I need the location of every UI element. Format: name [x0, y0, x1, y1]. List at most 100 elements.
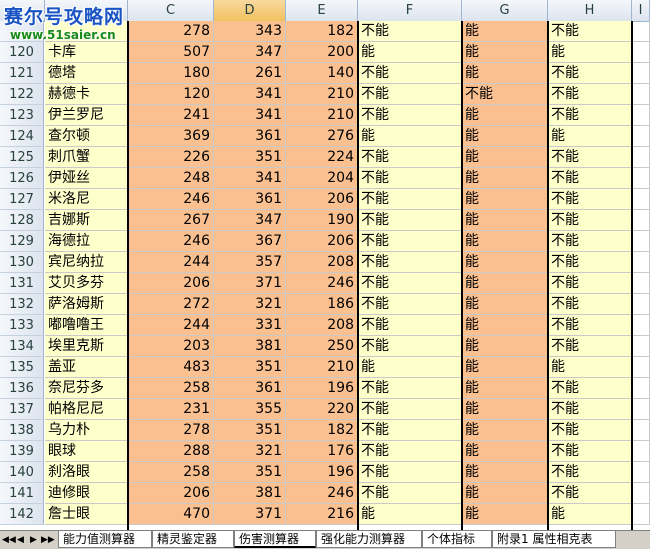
cell-i[interactable]	[632, 252, 650, 273]
row-header[interactable]: 137	[0, 399, 44, 420]
cell-h[interactable]: 不能	[548, 84, 632, 105]
cell-name[interactable]: 埃里克斯	[45, 336, 128, 357]
cell-d[interactable]: 351	[214, 420, 286, 441]
cell-e[interactable]: 210	[286, 105, 358, 126]
column-header-f[interactable]: F	[358, 0, 462, 21]
cell-e[interactable]: 200	[286, 42, 358, 63]
prev-sheet-button[interactable]: ◀	[15, 533, 26, 547]
cell-h[interactable]: 不能	[548, 315, 632, 336]
cell-c[interactable]: 246	[128, 231, 214, 252]
cell-h[interactable]: 不能	[548, 189, 632, 210]
cell-h[interactable]: 不能	[548, 420, 632, 441]
cell-h[interactable]: 不能	[548, 210, 632, 231]
cell-g[interactable]: 能	[462, 21, 548, 42]
cell-g[interactable]: 能	[462, 441, 548, 462]
cell-i[interactable]	[632, 84, 650, 105]
cell-g[interactable]: 能	[462, 399, 548, 420]
row-header[interactable]: 131	[0, 273, 44, 294]
cell-name[interactable]: 盖亚	[45, 357, 128, 378]
cell-e[interactable]: 182	[286, 21, 358, 42]
cell-name[interactable]: 奈尼芬多	[45, 378, 128, 399]
cell-name[interactable]: 海德拉	[45, 231, 128, 252]
cell-d[interactable]: 347	[214, 42, 286, 63]
cell-f[interactable]: 不能	[358, 294, 462, 315]
row-header[interactable]: 140	[0, 462, 44, 483]
cell-g[interactable]: 能	[462, 294, 548, 315]
cell-d[interactable]: 321	[214, 294, 286, 315]
cell-e[interactable]: 276	[286, 126, 358, 147]
cell-g[interactable]: 能	[462, 336, 548, 357]
cell-d[interactable]: 343	[214, 21, 286, 42]
cell-e[interactable]: 246	[286, 273, 358, 294]
cell-h[interactable]: 能	[548, 504, 632, 525]
cell-g[interactable]: 能	[462, 63, 548, 84]
cell-f[interactable]: 不能	[358, 378, 462, 399]
cell-h[interactable]: 能	[548, 357, 632, 378]
cell-i[interactable]	[632, 357, 650, 378]
row-header[interactable]: 133	[0, 315, 44, 336]
cell-e[interactable]: 186	[286, 294, 358, 315]
cell-c[interactable]: 272	[128, 294, 214, 315]
cell-d[interactable]: 261	[214, 63, 286, 84]
cell-i[interactable]	[632, 483, 650, 504]
cell-g[interactable]: 能	[462, 357, 548, 378]
cell-g[interactable]: 能	[462, 168, 548, 189]
cell-c[interactable]: 278	[128, 21, 214, 42]
cell-c[interactable]: 258	[128, 378, 214, 399]
cell-i[interactable]	[632, 168, 650, 189]
cell-h[interactable]: 不能	[548, 273, 632, 294]
cell-name[interactable]: 艾贝多芬	[45, 273, 128, 294]
cell-i[interactable]	[632, 441, 650, 462]
cell-c[interactable]: 231	[128, 399, 214, 420]
cell-c[interactable]: 246	[128, 189, 214, 210]
cell-g[interactable]: 能	[462, 147, 548, 168]
cell-f[interactable]: 不能	[358, 336, 462, 357]
cell-name[interactable]: 萨洛姆斯	[45, 294, 128, 315]
cell-c[interactable]: 244	[128, 252, 214, 273]
cell-i[interactable]	[632, 294, 650, 315]
cell-g[interactable]: 能	[462, 42, 548, 63]
cell-d[interactable]: 381	[214, 483, 286, 504]
cell-h[interactable]: 能	[548, 126, 632, 147]
cell-d[interactable]: 367	[214, 231, 286, 252]
row-header[interactable]: 123	[0, 105, 44, 126]
cell-name[interactable]: 眼球	[45, 441, 128, 462]
cell-e[interactable]: 182	[286, 420, 358, 441]
cell-f[interactable]: 能	[358, 357, 462, 378]
cell-f[interactable]: 不能	[358, 231, 462, 252]
cell-d[interactable]: 361	[214, 378, 286, 399]
cell-name[interactable]: 吉娜斯	[45, 210, 128, 231]
cell-c[interactable]: 470	[128, 504, 214, 525]
cell-f[interactable]: 不能	[358, 84, 462, 105]
cell-h[interactable]: 能	[548, 42, 632, 63]
cell-c[interactable]: 206	[128, 483, 214, 504]
cell-e[interactable]: 246	[286, 483, 358, 504]
cell-name[interactable]: 米洛尼	[45, 189, 128, 210]
cell-g[interactable]: 能	[462, 273, 548, 294]
cell-name[interactable]: 德塔	[45, 63, 128, 84]
cell-c[interactable]: 241	[128, 105, 214, 126]
row-header[interactable]: 136	[0, 378, 44, 399]
cell-h[interactable]: 不能	[548, 168, 632, 189]
cell-e[interactable]: 210	[286, 84, 358, 105]
cell-i[interactable]	[632, 420, 650, 441]
cell-name[interactable]: 赫德卡	[45, 84, 128, 105]
cell-h[interactable]: 不能	[548, 336, 632, 357]
last-sheet-button[interactable]: ▶▶	[41, 533, 55, 547]
cell-f[interactable]: 不能	[358, 252, 462, 273]
cell-e[interactable]: 224	[286, 147, 358, 168]
tab-enhance-calculator[interactable]: 强化能力测算器	[316, 531, 422, 548]
column-header-c[interactable]: C	[128, 0, 214, 21]
cell-name[interactable]: 詹士眼	[45, 504, 128, 525]
cell-d[interactable]: 341	[214, 168, 286, 189]
cell-g[interactable]: 能	[462, 378, 548, 399]
cell-h[interactable]: 不能	[548, 294, 632, 315]
cell-g[interactable]: 能	[462, 252, 548, 273]
cell-d[interactable]: 371	[214, 504, 286, 525]
cell-name[interactable]: 宾尼纳拉	[45, 252, 128, 273]
cell-h[interactable]: 不能	[548, 105, 632, 126]
next-sheet-button[interactable]: ▶	[28, 533, 39, 547]
cell-name[interactable]: 伊娅丝	[45, 168, 128, 189]
column-header-e[interactable]: E	[286, 0, 358, 21]
cell-i[interactable]	[632, 210, 650, 231]
